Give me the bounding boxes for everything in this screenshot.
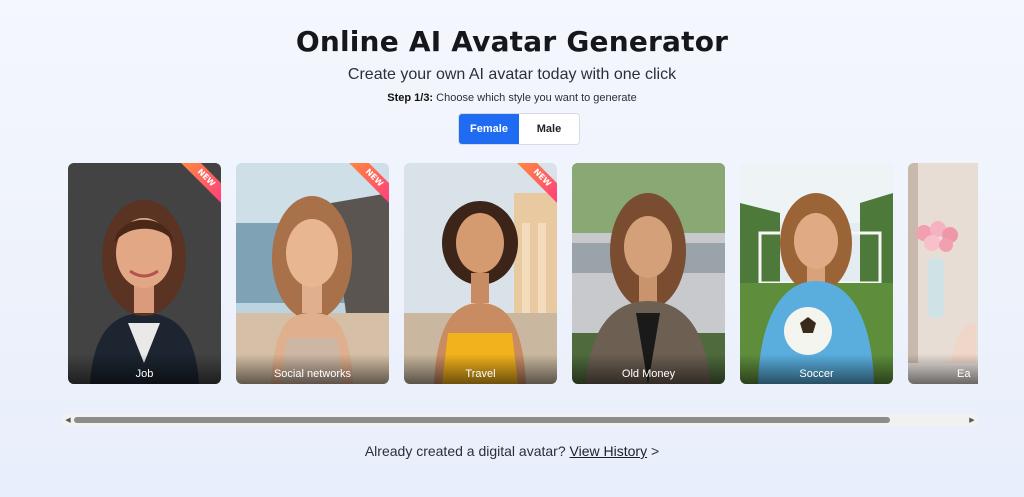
style-label: Travel [404, 354, 557, 384]
partial-style-photo [908, 163, 978, 384]
style-label: Job [68, 354, 221, 384]
history-prompt: Already created a digital avatar? View H… [0, 443, 1024, 459]
style-card-partial[interactable]: Ea [908, 163, 978, 384]
page-subtitle: Create your own AI avatar today with one… [347, 66, 677, 83]
scrollbar-thumb[interactable] [74, 417, 890, 423]
step-label: Step 1/3: [387, 92, 434, 104]
style-label: Old Money [572, 354, 725, 384]
female-option[interactable]: Female [459, 114, 519, 144]
new-badge: NEW [349, 163, 389, 203]
gender-toggle: Female Male [458, 113, 580, 145]
scroll-right-icon[interactable]: ▶ [966, 414, 978, 426]
new-badge: NEW [181, 163, 221, 203]
style-card-old-money[interactable]: Old Money [572, 163, 725, 384]
view-history-link[interactable]: View History [570, 443, 648, 459]
page-title: Online AI Avatar Generator [295, 25, 729, 58]
style-label: Ea [908, 354, 978, 384]
step-indicator: Step 1/3: Choose which style you want to… [0, 92, 1024, 104]
style-carousel: NEW Job NEW Social networks NEW Travel O… [68, 163, 978, 384]
style-label: Social networks [236, 354, 389, 384]
new-badge: NEW [517, 163, 557, 203]
style-card-travel[interactable]: NEW Travel [404, 163, 557, 384]
style-card-social-networks[interactable]: NEW Social networks [236, 163, 389, 384]
carousel-scrollbar[interactable]: ◀ ▶ [62, 414, 978, 426]
male-option[interactable]: Male [519, 114, 579, 144]
style-label: Soccer [740, 354, 893, 384]
old-money-photo [572, 163, 725, 384]
scroll-left-icon[interactable]: ◀ [62, 414, 74, 426]
soccer-photo [740, 163, 893, 384]
history-prefix: Already created a digital avatar? [364, 443, 566, 459]
style-card-soccer[interactable]: Soccer [740, 163, 893, 384]
chevron-right-icon[interactable]: > [651, 443, 659, 459]
style-card-job[interactable]: NEW Job [68, 163, 221, 384]
step-text: Choose which style you want to generate [433, 92, 637, 104]
